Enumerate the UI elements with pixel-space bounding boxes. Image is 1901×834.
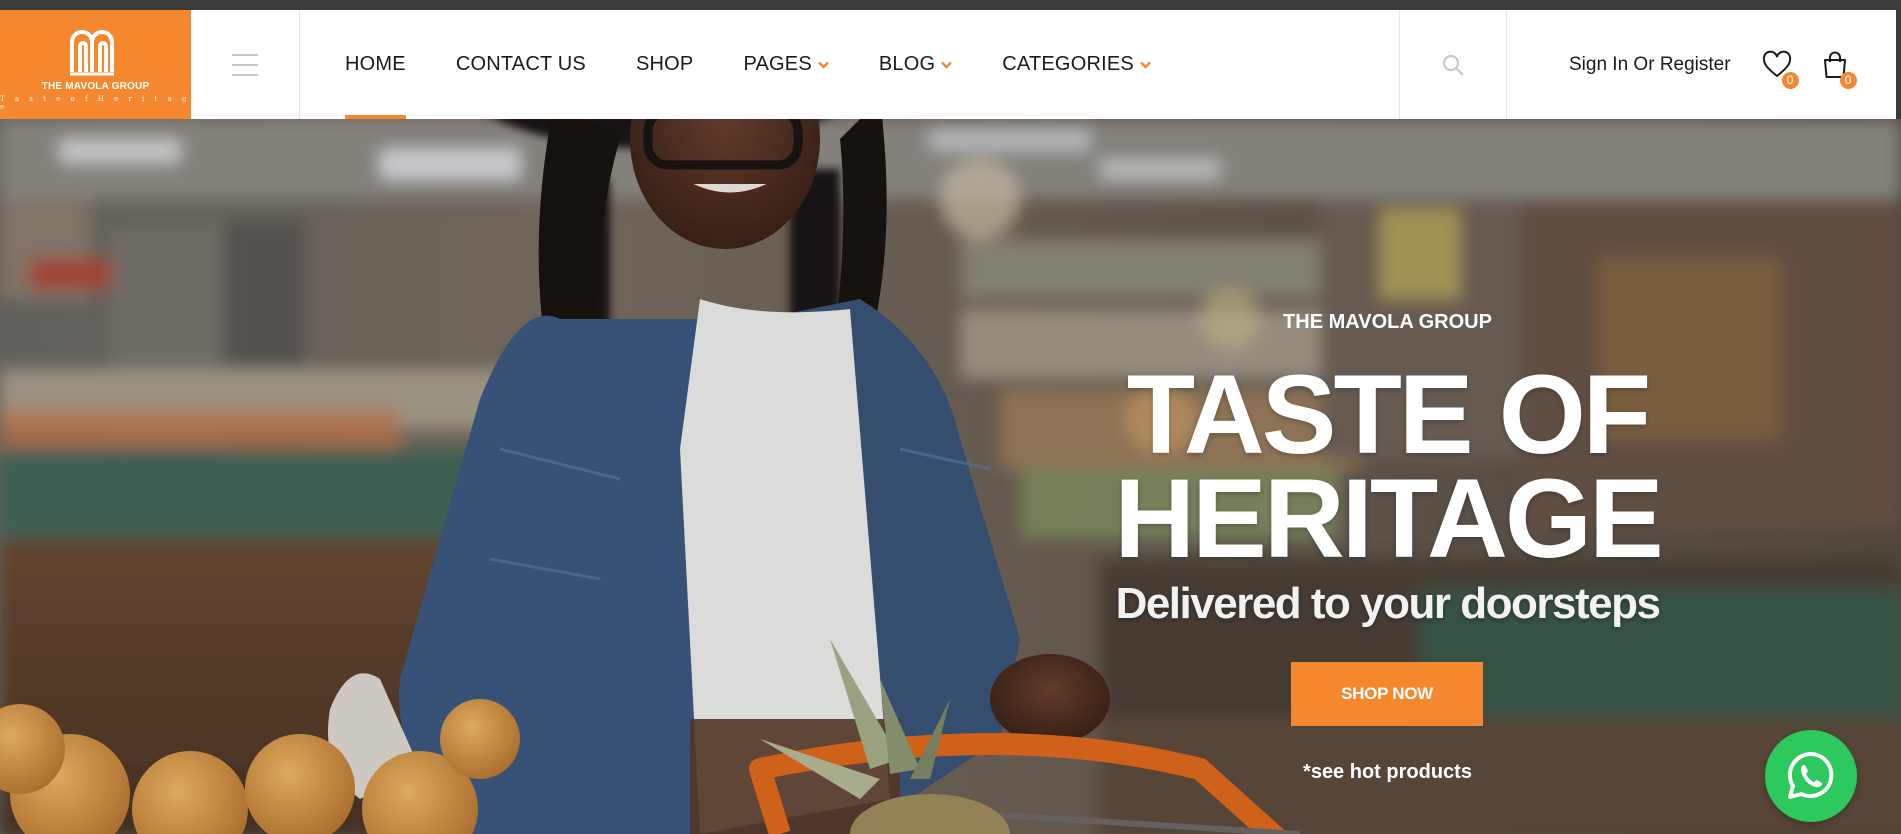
- hero-banner: THE MAVOLA GROUP TASTE OF HERITAGE Deliv…: [0, 119, 1901, 834]
- wishlist-button[interactable]: 0: [1761, 49, 1799, 89]
- cart-count-badge: 0: [1839, 71, 1857, 89]
- wishlist-count-badge: 0: [1781, 71, 1799, 89]
- search-button[interactable]: [1399, 10, 1507, 119]
- nav-contact-us-label: CONTACT US: [455, 53, 586, 75]
- nav-contact-us[interactable]: CONTACT US: [456, 10, 586, 119]
- nav-categories[interactable]: CATEGORIES: [1002, 10, 1151, 119]
- mavola-logo-icon: [69, 30, 114, 76]
- nav-home[interactable]: HOME: [345, 10, 406, 119]
- logo-brand-name: THE MAVOLA GROUP: [41, 81, 150, 92]
- hero-headline-line1: TASTE OF: [1126, 352, 1651, 477]
- nav-pages-label: PAGES: [743, 53, 812, 75]
- search-icon: [1442, 54, 1464, 75]
- site-logo[interactable]: THE MAVOLA GROUP T a s t e o f H e r i t…: [0, 10, 191, 119]
- main-nav: HOME CONTACT US SHOP PAGES BLOG CATEGORI…: [300, 10, 1399, 119]
- browser-top-strip: [0, 0, 1901, 10]
- nav-pages[interactable]: PAGES: [743, 10, 829, 119]
- hero-subline: Delivered to your doorsteps: [1115, 579, 1661, 628]
- nav-shop[interactable]: SHOP: [636, 10, 693, 119]
- nav-blog[interactable]: BLOG: [878, 10, 953, 119]
- hamburger-icon: [232, 53, 258, 76]
- signin-register-link[interactable]: Sign In Or Register: [1569, 54, 1731, 76]
- hero-headline-line2: HERITAGE: [1114, 456, 1663, 581]
- header-account-area: Sign In Or Register 0 0: [1507, 10, 1896, 119]
- shop-now-button[interactable]: SHOP NOW: [1291, 662, 1483, 726]
- whatsapp-icon: [1787, 751, 1834, 799]
- hero-hot-products-note[interactable]: *see hot products: [1110, 761, 1665, 784]
- menu-toggle-button[interactable]: [191, 10, 300, 119]
- chevron-down-icon: [941, 58, 953, 72]
- chevron-down-icon: [818, 58, 829, 72]
- cart-button[interactable]: 0: [1819, 49, 1857, 89]
- site-header: THE MAVOLA GROUP T a s t e o f H e r i t…: [0, 10, 1896, 119]
- nav-shop-label: SHOP: [635, 53, 694, 75]
- hero-eyebrow: THE MAVOLA GROUP: [1283, 311, 1492, 333]
- nav-home-label: HOME: [345, 53, 406, 75]
- hero-headline: TASTE OF HERITAGE: [1110, 352, 1665, 581]
- logo-tagline: T a s t e o f H e r i t a g e: [0, 95, 191, 111]
- whatsapp-chat-button[interactable]: [1765, 730, 1857, 822]
- nav-categories-label: CATEGORIES: [1002, 53, 1134, 75]
- chevron-down-icon: [1140, 58, 1151, 72]
- nav-blog-label: BLOG: [878, 53, 936, 75]
